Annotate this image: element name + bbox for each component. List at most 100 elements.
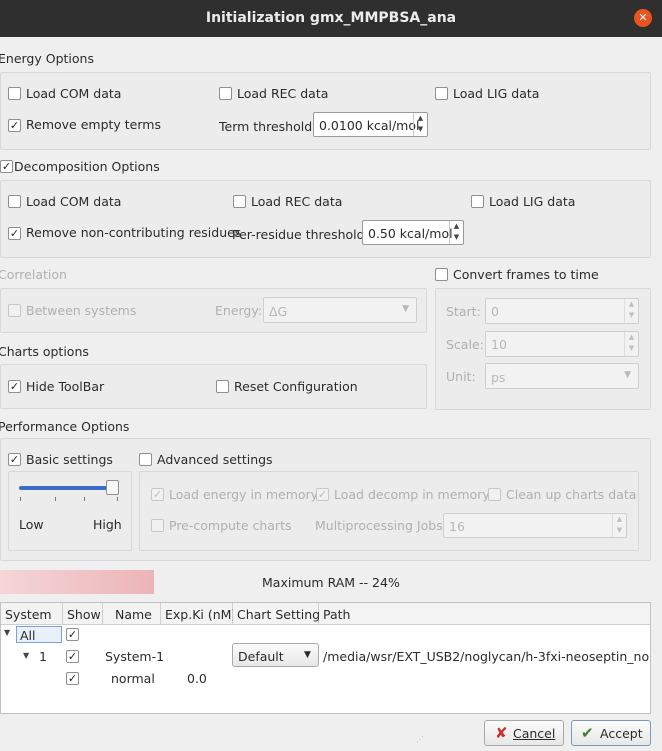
accept-button[interactable]: ✔ Accept bbox=[571, 720, 651, 746]
decomposition-options-checkbox[interactable]: ✓ bbox=[0, 160, 13, 173]
performance-options-title: Performance Options bbox=[0, 419, 130, 434]
column-header-exp-ki[interactable]: Exp.Ki (nM) bbox=[161, 603, 236, 625]
column-header-system[interactable]: System bbox=[1, 603, 63, 625]
chevron-down-icon: ▼ bbox=[624, 370, 631, 380]
column-header-name[interactable]: Name bbox=[103, 603, 161, 625]
collapse-arrow-icon[interactable]: ▼ bbox=[4, 628, 10, 637]
reset-configuration-checkbox[interactable] bbox=[216, 380, 229, 393]
energy-load-com-checkbox[interactable] bbox=[8, 87, 21, 100]
basic-settings-label: Basic settings bbox=[26, 452, 113, 467]
per-residue-threshold-spinbox[interactable]: 0.50 kcal/mol ▲ ▼ bbox=[362, 220, 464, 245]
close-icon[interactable]: ✕ bbox=[634, 9, 652, 27]
scale-spinbox[interactable]: 10 ▲ ▼ bbox=[485, 331, 639, 357]
convert-frames-checkbox[interactable] bbox=[435, 268, 448, 281]
column-header-show[interactable]: Show bbox=[63, 603, 103, 625]
column-header-path[interactable]: Path bbox=[319, 603, 650, 625]
systems-tree[interactable]: System Show Name Exp.Ki (nM) Chart Setti… bbox=[0, 602, 651, 714]
decomp-load-com-checkbox[interactable] bbox=[8, 195, 21, 208]
convert-frames-title: Convert frames to time bbox=[453, 267, 599, 282]
slider-tick bbox=[20, 497, 21, 501]
decomp-load-com-label: Load COM data bbox=[26, 194, 122, 209]
decomposition-options-group bbox=[0, 180, 651, 258]
scale-value: 10 bbox=[491, 337, 507, 352]
spin-arrows-icon[interactable]: ▲ ▼ bbox=[624, 299, 638, 323]
collapse-arrow-icon[interactable]: ▼ bbox=[23, 651, 29, 660]
normal-exp-ki: 0.0 bbox=[187, 671, 207, 686]
spin-arrows-icon[interactable]: ▲ ▼ bbox=[612, 514, 626, 537]
slider-tick bbox=[55, 497, 56, 501]
tree-item-all[interactable]: All bbox=[16, 626, 62, 643]
load-decomp-memory-label: Load decomp in memory bbox=[334, 487, 490, 502]
memory-slider-track[interactable] bbox=[19, 486, 119, 490]
show-all-checkbox[interactable]: ✓ bbox=[66, 628, 79, 641]
remove-noncontributing-label: Remove non-contributing residues bbox=[26, 225, 242, 240]
per-residue-threshold-label: Per-residue threshold: bbox=[232, 227, 369, 242]
show-normal-checkbox[interactable]: ✓ bbox=[66, 672, 79, 685]
resize-grip-icon[interactable]: ⋰ bbox=[416, 736, 426, 748]
slider-tick bbox=[84, 497, 85, 501]
precompute-charts-checkbox[interactable] bbox=[151, 519, 164, 532]
tree-item-system-id[interactable]: 1 bbox=[39, 649, 47, 664]
show-system-checkbox[interactable]: ✓ bbox=[66, 650, 79, 663]
charts-options-title: Charts options bbox=[0, 344, 89, 359]
precompute-charts-label: Pre-compute charts bbox=[169, 518, 292, 533]
energy-load-rec-label: Load REC data bbox=[237, 86, 329, 101]
correlation-energy-value: ΔG bbox=[269, 304, 288, 319]
energy-load-lig-label: Load LIG data bbox=[453, 86, 540, 101]
spin-arrows-icon[interactable]: ▲ ▼ bbox=[413, 113, 427, 136]
spin-arrows-icon[interactable]: ▲ ▼ bbox=[624, 332, 638, 356]
chart-settings-select[interactable]: Default ▼ bbox=[232, 643, 319, 667]
between-systems-checkbox[interactable] bbox=[8, 304, 21, 317]
remove-empty-terms-checkbox[interactable]: ✓ bbox=[8, 119, 21, 132]
cancel-icon: ✘ bbox=[495, 724, 508, 742]
hide-toolbar-checkbox[interactable]: ✓ bbox=[8, 380, 21, 393]
decomp-load-rec-label: Load REC data bbox=[251, 194, 343, 209]
scale-label: Scale: bbox=[446, 337, 484, 352]
per-residue-threshold-value: 0.50 kcal/mol bbox=[368, 226, 453, 241]
ram-usage-bar bbox=[0, 570, 154, 594]
basic-settings-checkbox[interactable]: ✓ bbox=[8, 453, 21, 466]
max-ram-label: Maximum RAM -- 24% bbox=[262, 575, 400, 590]
slider-low-label: Low bbox=[19, 517, 44, 532]
energy-options-title: Energy Options bbox=[0, 51, 94, 66]
cancel-button[interactable]: ✘ Cancel bbox=[484, 720, 564, 746]
energy-load-lig-checkbox[interactable] bbox=[435, 87, 448, 100]
correlation-energy-select[interactable]: ΔG ▼ bbox=[263, 297, 417, 323]
window-title: Initialization gmx_MMPBSA_ana bbox=[205, 10, 457, 26]
mp-jobs-spinbox[interactable]: 16 ▲ ▼ bbox=[443, 513, 627, 538]
unit-value: ps bbox=[491, 370, 506, 385]
decomposition-options-title: Decomposition Options bbox=[14, 159, 160, 174]
decomp-load-lig-label: Load LIG data bbox=[489, 194, 576, 209]
remove-noncontributing-checkbox[interactable]: ✓ bbox=[8, 227, 21, 240]
correlation-title: Correlation bbox=[0, 267, 67, 282]
hide-toolbar-label: Hide ToolBar bbox=[26, 379, 105, 394]
chevron-down-icon: ▼ bbox=[402, 304, 409, 314]
term-threshold-spinbox[interactable]: 0.0100 kcal/mol ▲ ▼ bbox=[313, 112, 428, 137]
term-threshold-label: Term threshold: bbox=[219, 119, 317, 134]
load-energy-memory-checkbox[interactable]: ✓ bbox=[151, 488, 164, 501]
decomp-load-rec-checkbox[interactable] bbox=[233, 195, 246, 208]
mp-jobs-value: 16 bbox=[449, 519, 465, 534]
accept-icon: ✔ bbox=[581, 724, 594, 742]
energy-load-rec-checkbox[interactable] bbox=[219, 87, 232, 100]
slider-high-label: High bbox=[93, 517, 122, 532]
cleanup-charts-checkbox[interactable] bbox=[488, 488, 501, 501]
advanced-settings-checkbox[interactable] bbox=[139, 453, 152, 466]
column-header-chart-settings[interactable]: Chart Settings bbox=[233, 603, 327, 625]
load-decomp-memory-checkbox[interactable]: ✓ bbox=[316, 488, 329, 501]
start-spinbox[interactable]: 0 ▲ ▼ bbox=[485, 298, 639, 324]
chevron-down-icon: ▼ bbox=[304, 650, 311, 660]
start-label: Start: bbox=[446, 304, 481, 319]
normal-name: normal bbox=[111, 671, 155, 686]
chart-settings-value: Default bbox=[238, 649, 284, 664]
between-systems-label: Between systems bbox=[26, 303, 137, 318]
unit-select[interactable]: ps ▼ bbox=[485, 363, 639, 389]
accept-label: Accept bbox=[600, 726, 643, 741]
system-name: System-1 bbox=[105, 649, 165, 664]
decomp-load-lig-checkbox[interactable] bbox=[471, 195, 484, 208]
term-threshold-value: 0.0100 kcal/mol bbox=[319, 118, 420, 133]
mp-jobs-label: Multiprocessing Jobs: bbox=[315, 518, 447, 533]
slider-tick bbox=[117, 497, 118, 501]
memory-slider-handle[interactable] bbox=[106, 480, 119, 495]
spin-arrows-icon[interactable]: ▲ ▼ bbox=[449, 221, 463, 244]
